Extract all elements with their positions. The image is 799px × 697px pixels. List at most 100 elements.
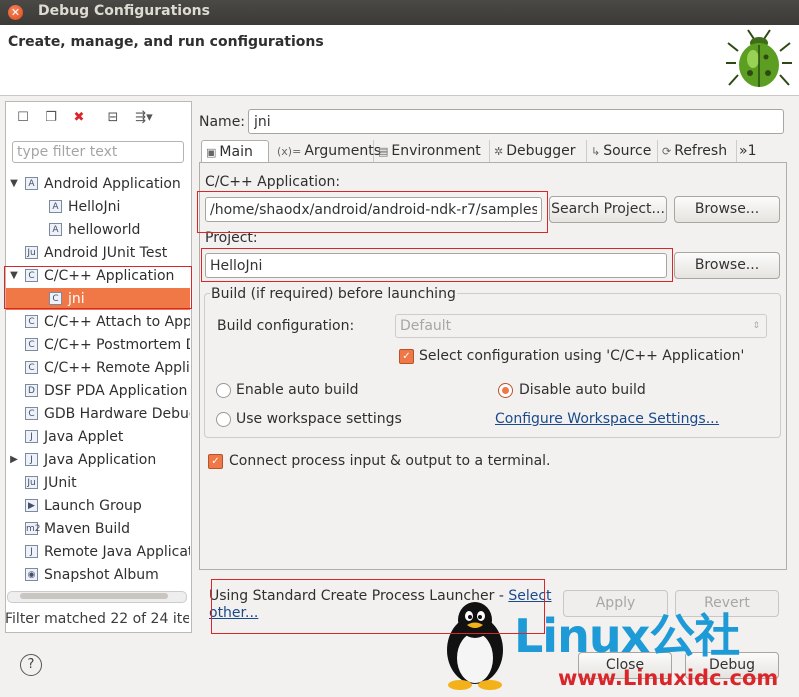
tree-item[interactable]: ▶ J Java Application (6, 449, 190, 471)
tab-environment-label: Environment (391, 143, 481, 159)
config-type-icon: J (25, 430, 38, 443)
collapse-all-icon[interactable]: ⊟ (104, 109, 122, 127)
app-path-input[interactable] (205, 197, 542, 222)
tab-source[interactable]: ↳ Source (587, 140, 658, 163)
select-config-label: Select configuration using 'C/C++ Applic… (419, 348, 745, 364)
tree-item-label: Snapshot Album (44, 567, 159, 583)
config-type-icon: C (25, 269, 38, 282)
tab-main[interactable]: ▣ Main (201, 140, 269, 164)
tree-item[interactable]: C C/C++ Attach to Application (6, 311, 190, 333)
arguments-icon: (x)= (277, 145, 302, 158)
config-type-icon: C (25, 315, 38, 328)
tab-refresh-label: Refresh (674, 143, 728, 159)
tree-item-label: HelloJni (68, 199, 121, 215)
tab-overflow[interactable]: »1 (737, 140, 767, 163)
tab-debugger[interactable]: ✲ Debugger (490, 140, 587, 163)
config-type-icon: ▶ (25, 499, 38, 512)
tree-item[interactable]: C C/C++ Remote Application (6, 357, 190, 379)
tree-item[interactable]: D DSF PDA Application (6, 380, 190, 402)
config-type-icon: Ju (25, 476, 38, 489)
help-icon[interactable]: ? (20, 654, 42, 676)
environment-icon: ▤ (378, 145, 389, 158)
browse-app-button[interactable]: Browse... (674, 196, 780, 223)
configure-workspace-link[interactable]: Configure Workspace Settings... (495, 411, 719, 427)
tree-item[interactable]: Ju JUnit (6, 472, 190, 494)
tree-item-label: GDB Hardware Debugging (44, 406, 190, 422)
tab-environment[interactable]: ▤ Environment (374, 140, 490, 163)
search-project-button[interactable]: Search Project... (549, 196, 667, 223)
select-arrows-icon: ⇕ (752, 321, 760, 331)
tree-item[interactable]: C GDB Hardware Debugging (6, 403, 190, 425)
new-config-icon[interactable]: ☐ (14, 109, 32, 127)
use-workspace-settings-label: Use workspace settings (236, 411, 402, 427)
connect-terminal-label: Connect process input & output to a term… (229, 453, 551, 469)
tree-item-label: Java Applet (44, 429, 124, 445)
scrollbar-thumb[interactable] (20, 593, 168, 599)
build-config-select[interactable]: Default ⇕ (395, 314, 767, 338)
source-icon: ↳ (591, 145, 601, 158)
tree-item[interactable]: C C/C++ Postmortem Debugger (6, 334, 190, 356)
header-text: Create, manage, and run configurations (8, 34, 324, 50)
tab-overflow-label: »1 (739, 143, 757, 159)
tree-item-label: Remote Java Application (44, 544, 190, 560)
disable-auto-build-label: Disable auto build (519, 382, 646, 398)
expand-down-icon[interactable]: ▼ (9, 173, 19, 195)
tree-item[interactable]: Cjni (6, 288, 190, 310)
watermark-site: www.Linuxidc.com (558, 666, 779, 690)
project-input[interactable] (205, 253, 667, 278)
filter-menu-icon[interactable]: ⇶▾ (130, 109, 158, 127)
horizontal-scrollbar[interactable] (7, 591, 187, 603)
tux-penguin-icon (447, 602, 503, 690)
tree-item[interactable]: J Remote Java Application (6, 541, 190, 563)
tree-item[interactable]: J Java Applet (6, 426, 190, 448)
duplicate-icon[interactable]: ❐ (42, 109, 60, 127)
config-type-icon: A (25, 177, 38, 190)
tree-item[interactable]: m2 Maven Build (6, 518, 190, 540)
config-type-icon: D (25, 384, 38, 397)
tree-item-label: Java Application (44, 452, 157, 468)
config-type-icon: C (25, 361, 38, 374)
enable-auto-build-radio[interactable] (216, 383, 231, 398)
tree-item[interactable]: Ju Android JUnit Test (6, 242, 190, 264)
refresh-icon: ⟳ (662, 145, 672, 158)
debugger-icon: ✲ (494, 145, 504, 158)
main-tab-icon: ▣ (206, 146, 217, 159)
build-config-value: Default (400, 318, 452, 334)
browse-project-button[interactable]: Browse... (674, 252, 780, 279)
config-type-icon: C (25, 338, 38, 351)
tree-item-label: Android Application (44, 176, 181, 192)
tab-arguments[interactable]: (x)= Arguments (273, 140, 381, 163)
connect-terminal-checkbox[interactable]: ✓ (208, 454, 223, 469)
watermark-brand: Linux公社 (514, 609, 740, 663)
expand-right-icon[interactable]: ▶ (9, 449, 19, 471)
tree-item[interactable]: ▼ A Android Application (6, 173, 190, 195)
project-label: Project: (205, 230, 258, 246)
tree-item[interactable]: ▶ Launch Group (6, 495, 190, 517)
disable-auto-build-radio[interactable] (498, 383, 513, 398)
tree-item[interactable]: ▼ C C/C++ Application (6, 265, 190, 287)
config-type-icon: A (49, 223, 62, 236)
config-type-icon: C (25, 407, 38, 420)
expand-down-icon[interactable]: ▼ (9, 265, 19, 287)
tab-refresh[interactable]: ⟳ Refresh (658, 140, 737, 163)
select-config-checkbox[interactable]: ✓ (399, 349, 414, 364)
app-label: C/C++ Application: (205, 174, 341, 190)
config-type-icon: J (25, 545, 38, 558)
config-tree-panel: ☐ ❐ ✖ ⊟ ⇶▾ ▼ A Android Application A HelloJni Ahe… (5, 101, 192, 633)
tree-item[interactable]: A HelloJni (6, 196, 190, 218)
build-config-label: Build configuration: (217, 318, 355, 334)
config-type-icon: A (49, 200, 62, 213)
tree-item[interactable]: ◉ Snapshot Album (6, 564, 190, 586)
use-workspace-settings-radio[interactable] (216, 412, 231, 427)
delete-icon[interactable]: ✖ (70, 109, 88, 127)
tree-item-label: JUnit (44, 475, 77, 491)
close-window-button[interactable]: ✕ (8, 5, 23, 20)
tree-item-label: Launch Group (44, 498, 142, 514)
enable-auto-build-label: Enable auto build (236, 382, 359, 398)
config-type-icon: J (25, 453, 38, 466)
select-other-link-b[interactable]: other... (209, 605, 258, 621)
tree-item[interactable]: Ahelloworld (6, 219, 190, 241)
config-type-icon: ◉ (25, 568, 38, 581)
name-input[interactable] (248, 109, 784, 134)
filter-input[interactable] (12, 141, 184, 163)
